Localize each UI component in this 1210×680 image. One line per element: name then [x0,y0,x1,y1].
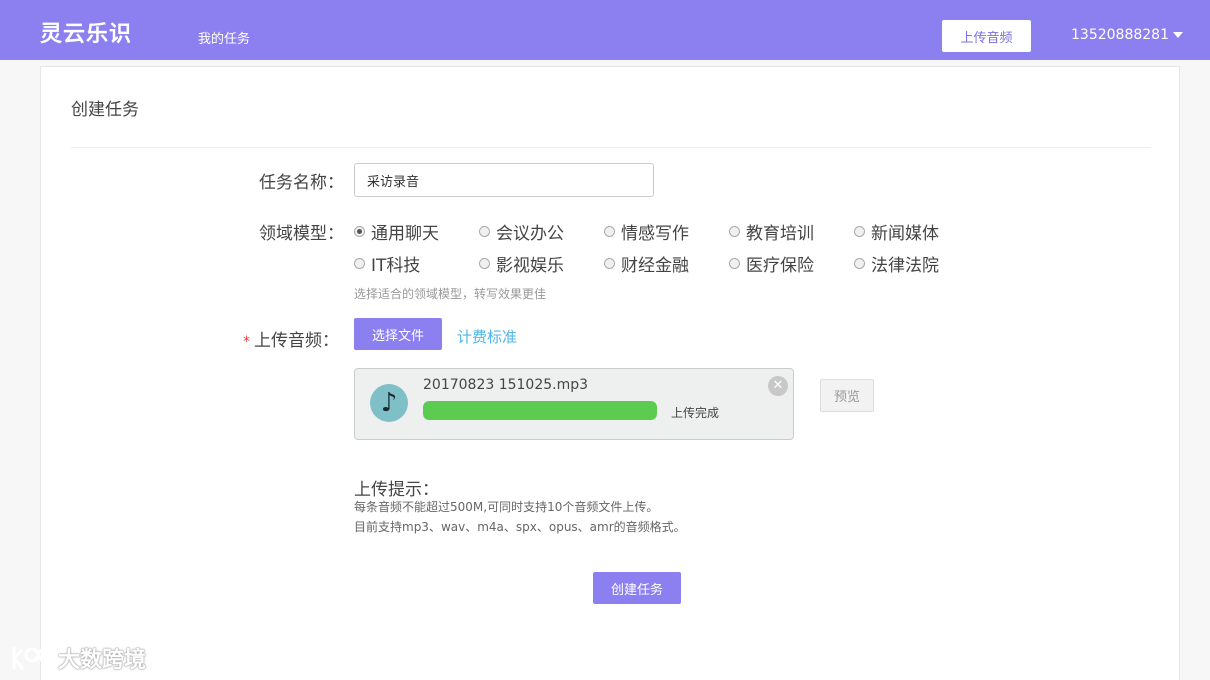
domain-model-label: 领域模型： [259,224,344,244]
uploaded-file-card: ♪ 20170823 151025.mp3 上传完成 ✕ [354,368,794,440]
preview-button[interactable]: 预览 [820,379,874,412]
pricing-link[interactable]: 计费标准 [457,326,517,347]
upload-tips-title: 上传提示： [354,480,439,500]
watermark-logo-icon [12,646,53,670]
task-name-label: 任务名称： [259,173,344,193]
upload-progress-fill [423,401,657,420]
select-file-button[interactable]: 选择文件 [354,318,442,350]
radio-unchecked-icon [479,258,490,269]
radio-option[interactable]: 情感写作 [604,219,689,244]
upload-progress-bar [423,401,657,420]
create-task-button[interactable]: 创建任务 [593,572,681,604]
radio-unchecked-icon [854,226,865,237]
radio-option[interactable]: 新闻媒体 [854,219,939,244]
radio-unchecked-icon [729,258,740,269]
upload-audio-label: * 上传音频： [243,331,339,351]
radio-option[interactable]: 影视娱乐 [479,251,564,276]
top-navbar: 灵云乐识 我的任务 上传音频 13520888281 [0,0,1210,60]
nav-my-tasks[interactable]: 我的任务 [198,28,250,47]
radio-unchecked-icon [479,226,490,237]
divider [71,147,1151,148]
radio-unchecked-icon [604,258,615,269]
radio-option[interactable]: 医疗保险 [729,251,814,276]
upload-tip-line: 每条音频不能超过500M,可同时支持10个音频文件上传。 [354,500,659,514]
radio-unchecked-icon [854,258,865,269]
create-task-card: 创建任务 任务名称： 领域模型： 通用聊天 会议办公 情感写作 教育培训 新闻媒… [40,66,1180,680]
username: 13520888281 [1071,27,1169,43]
caret-down-icon [1172,32,1183,38]
radio-option[interactable]: 法律法院 [854,251,939,276]
watermark-text: 大数跨境 [58,648,147,673]
radio-unchecked-icon [729,226,740,237]
watermark: 大数跨境 [10,642,146,674]
page-title: 创建任务 [71,100,139,120]
radio-option[interactable]: 会议办公 [479,219,564,244]
domain-hint: 选择适合的领域模型，转写效果更佳 [354,287,547,301]
radio-option[interactable]: IT科技 [354,251,420,276]
radio-checked-icon [354,226,365,237]
upload-status: 上传完成 [671,406,720,420]
music-note-icon: ♪ [370,384,408,422]
remove-file-icon[interactable]: ✕ [768,376,788,396]
radio-option[interactable]: 财经金融 [604,251,689,276]
header-upload-audio-button[interactable]: 上传音频 [942,20,1031,52]
upload-tip-line: 目前支持mp3、wav、m4a、spx、opus、amr的音频格式。 [354,520,686,534]
app-logo[interactable]: 灵云乐识 [40,16,132,48]
radio-unchecked-icon [604,226,615,237]
user-menu[interactable]: 13520888281 [1071,27,1183,43]
radio-option[interactable]: 教育培训 [729,219,814,244]
radio-option[interactable]: 通用聊天 [354,219,439,244]
file-name: 20170823 151025.mp3 [423,377,589,393]
task-name-input[interactable] [354,163,654,197]
radio-unchecked-icon [354,258,365,269]
required-marker: * [243,334,250,350]
